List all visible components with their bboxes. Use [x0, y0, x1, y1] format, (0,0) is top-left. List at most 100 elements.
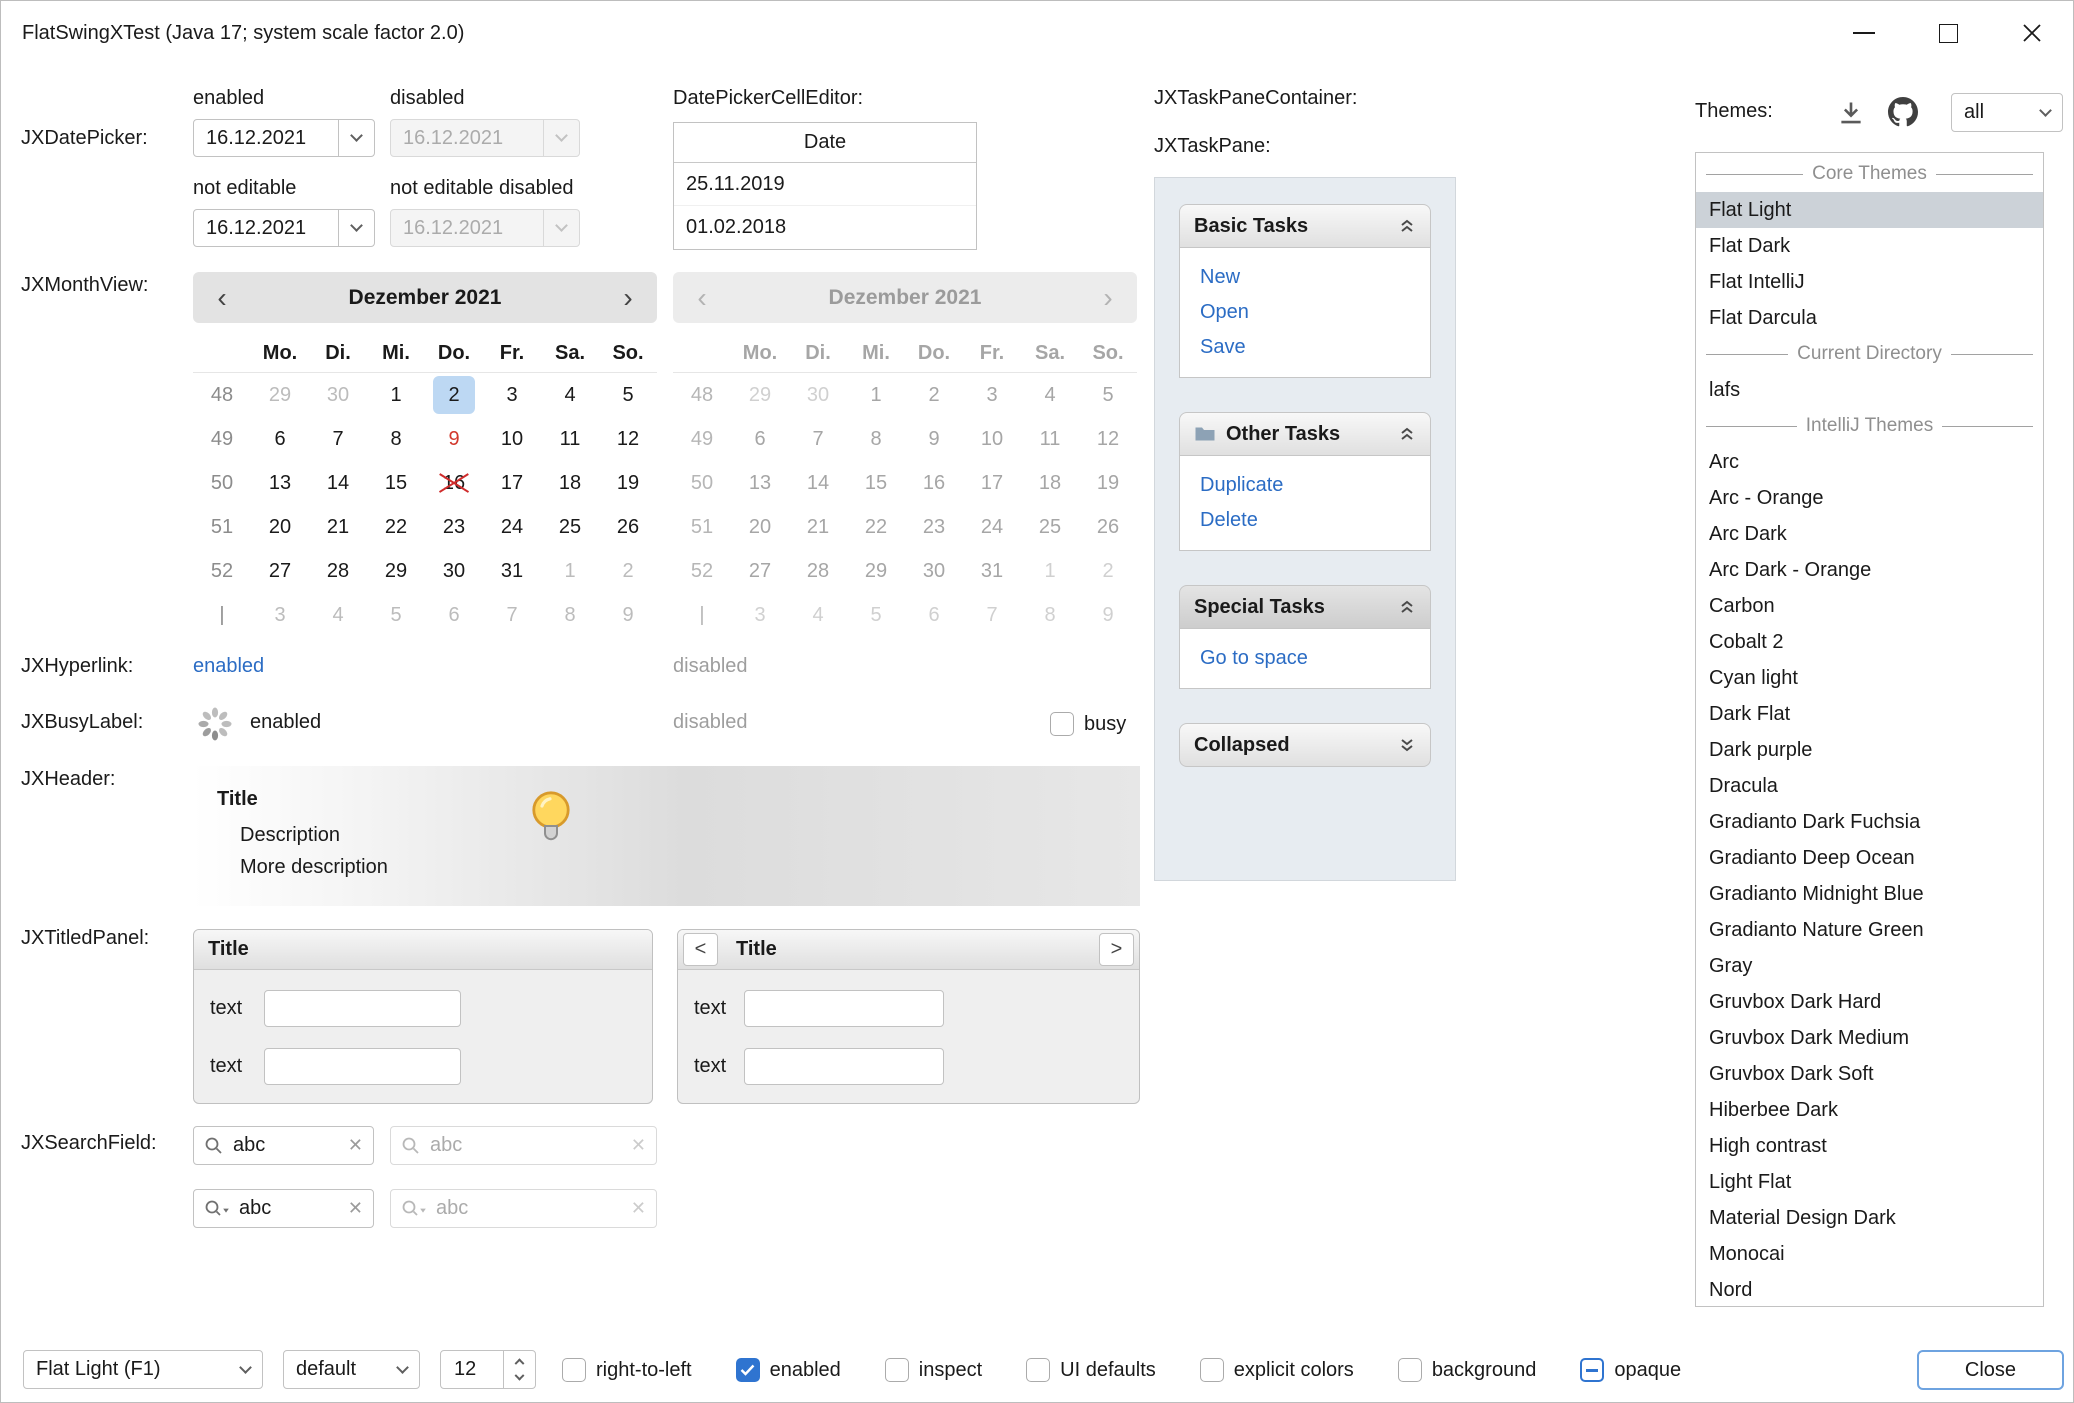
- spinner-up-button[interactable]: [504, 1351, 535, 1370]
- taskpane-title-bar[interactable]: Collapsed: [1179, 723, 1431, 767]
- collapse-icon[interactable]: [1398, 426, 1416, 442]
- calendar-day[interactable]: 16: [425, 461, 483, 505]
- expand-icon[interactable]: [1398, 737, 1416, 753]
- theme-item[interactable]: Gradianto Midnight Blue: [1696, 876, 2043, 912]
- checkbox-inspect[interactable]: inspect: [885, 1358, 982, 1382]
- theme-item[interactable]: Gradianto Deep Ocean: [1696, 840, 2043, 876]
- calendar-day[interactable]: 1: [367, 373, 425, 417]
- calendar-day[interactable]: 25: [541, 505, 599, 549]
- calendar-day[interactable]: 30: [425, 549, 483, 593]
- text-field[interactable]: [744, 990, 944, 1027]
- calendar-day[interactable]: 3: [251, 593, 309, 637]
- theme-item[interactable]: Flat Light: [1696, 192, 2043, 228]
- calendar-day[interactable]: 7: [483, 593, 541, 637]
- calendar-day[interactable]: 7: [309, 417, 367, 461]
- calendar-day[interactable]: 21: [309, 505, 367, 549]
- table-row[interactable]: 01.02.2018: [674, 206, 976, 249]
- theme-item[interactable]: Flat Darcula: [1696, 300, 2043, 336]
- busy-checkbox[interactable]: busy: [1050, 704, 1126, 744]
- checkbox-right-to-left[interactable]: right-to-left: [562, 1358, 692, 1382]
- calendar-day[interactable]: 5: [599, 373, 657, 417]
- theme-item[interactable]: Nord: [1696, 1272, 2043, 1307]
- datepicker-enabled[interactable]: 16.12.2021: [193, 119, 375, 157]
- github-button[interactable]: [1886, 95, 1920, 129]
- theme-item[interactable]: Carbon: [1696, 588, 2043, 624]
- calendar-day[interactable]: 9: [599, 593, 657, 637]
- theme-item[interactable]: Gruvbox Dark Medium: [1696, 1020, 2043, 1056]
- theme-item[interactable]: Flat IntelliJ: [1696, 264, 2043, 300]
- datepicker-not-editable[interactable]: 16.12.2021: [193, 209, 375, 247]
- theme-item[interactable]: Flat Dark: [1696, 228, 2043, 264]
- calendar-day[interactable]: 27: [251, 549, 309, 593]
- checkbox-opaque[interactable]: opaque: [1580, 1358, 1681, 1382]
- taskpane-link[interactable]: Go to space: [1200, 647, 1410, 670]
- theme-item[interactable]: Gradianto Nature Green: [1696, 912, 2043, 948]
- minimize-button[interactable]: [1822, 0, 1906, 66]
- datepicker-dropdown-button[interactable]: [338, 210, 374, 246]
- calendar-day[interactable]: 4: [541, 373, 599, 417]
- collapse-icon[interactable]: [1398, 218, 1416, 234]
- theme-item[interactable]: lafs: [1696, 372, 2043, 408]
- calendar-day[interactable]: 24: [483, 505, 541, 549]
- themes-filter-combo[interactable]: all: [1951, 93, 2063, 132]
- calendar-day[interactable]: 31: [483, 549, 541, 593]
- checkbox-explicit-colors[interactable]: explicit colors: [1200, 1358, 1354, 1382]
- close-window-button[interactable]: [1990, 0, 2074, 66]
- prev-month-button[interactable]: ‹: [193, 284, 251, 312]
- checkbox-ui-defaults[interactable]: UI defaults: [1026, 1358, 1156, 1382]
- calendar-day[interactable]: 8: [541, 593, 599, 637]
- laf-combo[interactable]: Flat Light (F1): [23, 1350, 263, 1389]
- calendar-day[interactable]: 2: [599, 549, 657, 593]
- theme-item[interactable]: Gradianto Dark Fuchsia: [1696, 804, 2043, 840]
- text-field[interactable]: [264, 1048, 461, 1085]
- calendar-day[interactable]: 8: [367, 417, 425, 461]
- maximize-button[interactable]: [1906, 0, 1990, 66]
- taskpane-link[interactable]: Duplicate: [1200, 474, 1410, 497]
- calendar-day[interactable]: 14: [309, 461, 367, 505]
- font-size-spinner[interactable]: 12: [440, 1350, 536, 1389]
- text-field[interactable]: [744, 1048, 944, 1085]
- clear-icon[interactable]: ✕: [348, 1135, 363, 1156]
- theme-item[interactable]: Dark Flat: [1696, 696, 2043, 732]
- theme-item[interactable]: Arc Dark - Orange: [1696, 552, 2043, 588]
- calendar-day[interactable]: 29: [251, 373, 309, 417]
- calendar-day[interactable]: 3: [483, 373, 541, 417]
- theme-item[interactable]: Light Flat: [1696, 1164, 2043, 1200]
- checkbox-enabled[interactable]: enabled: [736, 1358, 841, 1382]
- search-field[interactable]: abc ✕: [193, 1126, 374, 1165]
- calendar-day[interactable]: 18: [541, 461, 599, 505]
- theme-item[interactable]: Cyan light: [1696, 660, 2043, 696]
- calendar-day[interactable]: 29: [367, 549, 425, 593]
- calendar-day[interactable]: 17: [483, 461, 541, 505]
- calendar-day[interactable]: 5: [367, 593, 425, 637]
- hyperlink-enabled[interactable]: enabled: [193, 655, 264, 678]
- download-button[interactable]: [1834, 96, 1868, 130]
- table-row[interactable]: 25.11.2019: [674, 163, 976, 206]
- calendar-day[interactable]: 28: [309, 549, 367, 593]
- theme-item[interactable]: High contrast: [1696, 1128, 2043, 1164]
- datepicker-dropdown-button[interactable]: [338, 120, 374, 156]
- calendar-day[interactable]: 13: [251, 461, 309, 505]
- calendar-day[interactable]: 1: [541, 549, 599, 593]
- theme-item[interactable]: Gruvbox Dark Soft: [1696, 1056, 2043, 1092]
- taskpane-title-bar[interactable]: Other Tasks: [1179, 412, 1431, 456]
- calendar-day[interactable]: 4: [309, 593, 367, 637]
- taskpane-title-bar[interactable]: Basic Tasks: [1179, 204, 1431, 248]
- taskpane-link[interactable]: Open: [1200, 301, 1410, 324]
- taskpane-title-bar[interactable]: Special Tasks: [1179, 585, 1431, 629]
- checkbox-background[interactable]: background: [1398, 1358, 1537, 1382]
- calendar-day[interactable]: 26: [599, 505, 657, 549]
- theme-item[interactable]: Dracula: [1696, 768, 2043, 804]
- theme-item[interactable]: Hiberbee Dark: [1696, 1092, 2043, 1128]
- calendar-day[interactable]: 15: [367, 461, 425, 505]
- taskpane-link[interactable]: Delete: [1200, 509, 1410, 532]
- calendar-day[interactable]: 11: [541, 417, 599, 461]
- calendar-day[interactable]: 22: [367, 505, 425, 549]
- theme-item[interactable]: Monocai: [1696, 1236, 2043, 1272]
- theme-item[interactable]: Arc - Orange: [1696, 480, 2043, 516]
- clear-icon[interactable]: ✕: [348, 1198, 363, 1219]
- style-combo[interactable]: default: [283, 1350, 420, 1389]
- collapse-icon[interactable]: [1398, 599, 1416, 615]
- calendar-day[interactable]: 6: [425, 593, 483, 637]
- calendar-day[interactable]: 19: [599, 461, 657, 505]
